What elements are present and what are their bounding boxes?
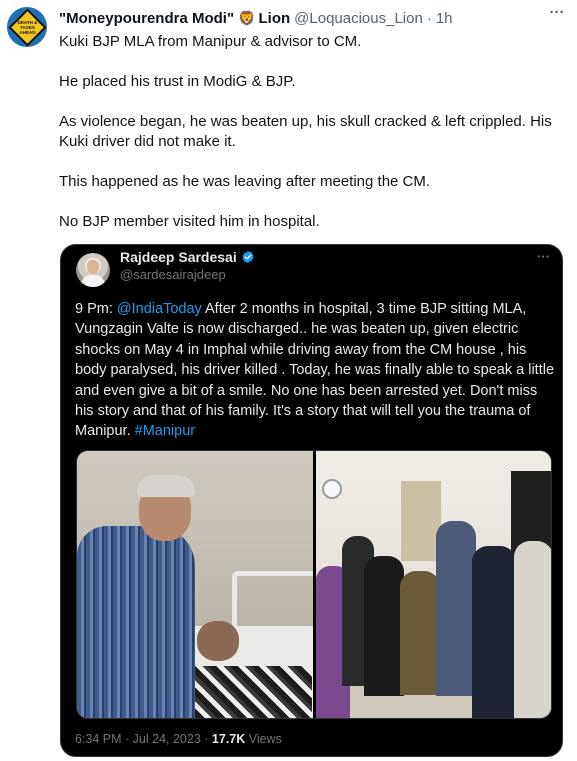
quoted-author-name-row: Rajdeep Sardesai xyxy=(120,249,255,265)
person-4-shape xyxy=(400,571,440,695)
person-6-shape xyxy=(472,546,516,718)
quoted-author-avatar[interactable] xyxy=(76,253,110,287)
quoted-text-prefix: 9 Pm: xyxy=(75,301,117,317)
lion-emoji-icon: 🦁 xyxy=(238,9,256,26)
person-5-shape xyxy=(436,521,476,696)
doorway-shape xyxy=(401,481,441,561)
avatar-shirt-shape xyxy=(81,275,105,287)
quoted-text-main: After 2 months in hospital, 3 time BJP s… xyxy=(75,301,555,440)
hashtag-link[interactable]: #Manipur xyxy=(135,423,195,439)
tweet-paragraph: Kuki BJP MLA from Manipur & advisor to C… xyxy=(59,33,362,50)
patterned-blanket-shape xyxy=(177,666,312,718)
quoted-author-display-name[interactable]: Rajdeep Sardesai xyxy=(120,249,237,265)
views-count: 17.7K xyxy=(211,732,246,746)
quoted-media-grid[interactable] xyxy=(76,450,552,719)
visitor-hair-shape xyxy=(137,475,195,497)
bed-rail-shape xyxy=(232,571,313,631)
tweet-body: Kuki BJP MLA from Manipur & advisor to C… xyxy=(59,32,569,252)
quoted-more-horizontal-icon[interactable]: ··· xyxy=(537,249,550,264)
tweet-paragraph: This happened as he was leaving after me… xyxy=(59,173,431,190)
author-handle[interactable]: @Loquacious_Lion xyxy=(294,10,423,27)
avatar-face-shape xyxy=(87,260,99,274)
tweet-paragraph: As violence began, he was beaten up, his… xyxy=(59,113,552,150)
quoted-tweet-text: 9 Pm: @IndiaToday After 2 months in hosp… xyxy=(75,299,555,442)
tweet-header: "Moneypourendra Modi" 🦁 Lion @Loquacious… xyxy=(59,8,453,28)
quoted-tweet[interactable]: Rajdeep Sardesai @sardesairajdeep ··· 9 … xyxy=(60,244,563,757)
avatar-sign-text: DEATH & TAXES AHEAD xyxy=(17,19,37,35)
hospital-visit-photo[interactable] xyxy=(77,451,313,718)
tweet[interactable]: DEATH & TAXES AHEAD "Moneypourendra Modi… xyxy=(0,0,577,761)
death-taxes-sign-logo: DEATH & TAXES AHEAD xyxy=(7,7,47,47)
tweet-time[interactable]: 1h xyxy=(436,10,453,27)
more-horizontal-icon[interactable]: ··· xyxy=(546,5,568,26)
checked-shirt-shape xyxy=(77,526,195,718)
quoted-author-handle[interactable]: @sardesairajdeep xyxy=(120,267,226,282)
author-avatar[interactable]: DEATH & TAXES AHEAD xyxy=(7,7,47,47)
wall-clock-shape xyxy=(322,479,342,499)
patient-head-shape xyxy=(197,621,239,661)
header-separator: · xyxy=(426,9,432,27)
quoted-tweet-meta: 6:34 PM · Jul 24, 2023 · 17.7K Views xyxy=(75,732,282,746)
author-name-suffix[interactable]: Lion xyxy=(259,10,291,27)
person-7-shape xyxy=(514,541,551,718)
tweet-paragraph: He placed his trust in ModiG & BJP. xyxy=(59,73,296,90)
quoted-timestamp[interactable]: 6:34 PM · Jul 24, 2023 xyxy=(75,732,201,746)
verified-badge-icon xyxy=(242,250,254,264)
meta-separator: · xyxy=(200,732,212,746)
author-display-name[interactable]: "Moneypourendra Modi" xyxy=(59,10,234,27)
family-group-photo[interactable] xyxy=(316,451,551,718)
mention-link[interactable]: @IndiaToday xyxy=(117,301,202,317)
views-label: Views xyxy=(245,732,282,746)
tweet-paragraph: No BJP member visited him in hospital. xyxy=(59,213,320,230)
person-3-shape xyxy=(364,556,404,696)
